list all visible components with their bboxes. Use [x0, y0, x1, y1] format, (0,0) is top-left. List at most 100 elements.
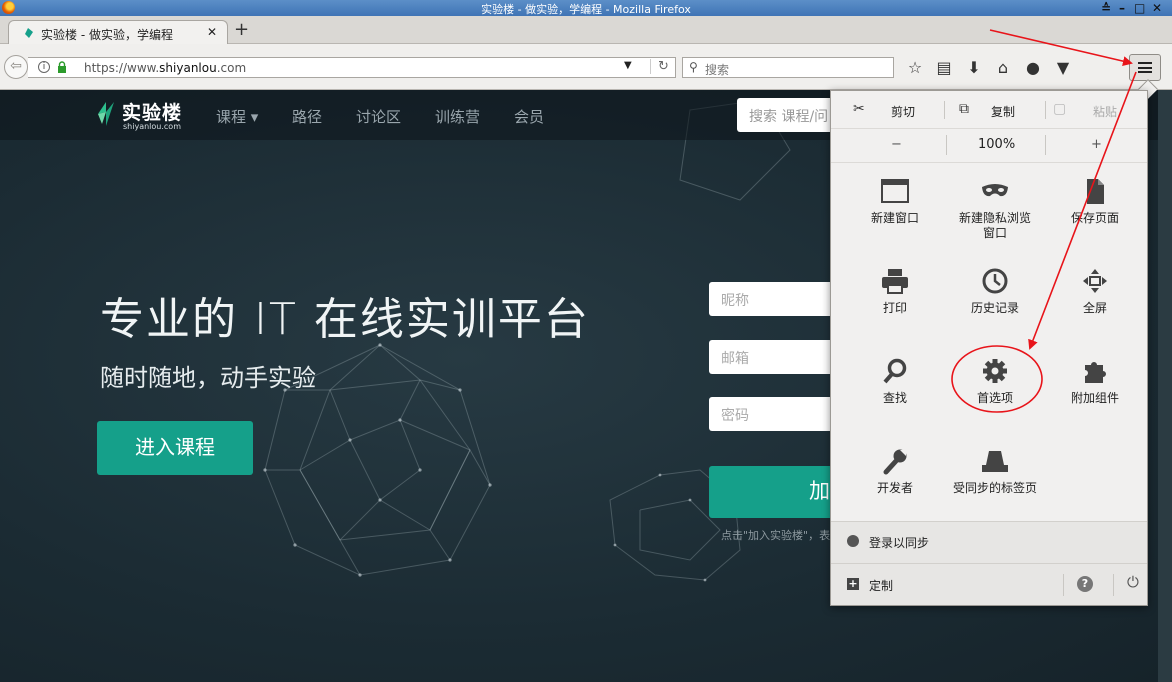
email-placeholder: 邮箱: [721, 351, 749, 367]
customize-plus-icon[interactable]: +: [847, 578, 859, 590]
join-button[interactable]: 加: [709, 466, 849, 518]
addons-label: 附加组件: [1070, 391, 1119, 405]
zoom-controls: − 100% +: [831, 129, 1147, 163]
hamburger-menu-icon: [1138, 62, 1152, 73]
new-private-window-button[interactable]: 新建隐私浏览窗口: [945, 177, 1045, 267]
sign-in-to-sync-button[interactable]: 登录以同步: [831, 521, 1147, 563]
site-nav-bootcamp[interactable]: 训练营: [435, 106, 480, 127]
url-domain: shiyanlou: [159, 61, 217, 75]
url-text[interactable]: https://www.shiyanlou.com: [84, 61, 246, 75]
pocket-icon[interactable]: ▼: [1053, 58, 1073, 78]
cut-scissors-icon: ✂: [853, 101, 865, 117]
developer-wrench-icon: [883, 449, 907, 475]
downloads-arrow-icon[interactable]: ⬇: [964, 58, 984, 78]
save-page-icon: [1087, 179, 1104, 204]
save-page-button[interactable]: 保存页面: [1045, 177, 1145, 267]
print-button[interactable]: 打印: [845, 267, 945, 357]
url-suffix: .com: [216, 61, 247, 75]
restore-window-icon[interactable]: ≙: [1101, 0, 1111, 16]
quit-power-icon[interactable]: ⏻: [1127, 573, 1139, 591]
new-window-label: 新建窗口: [870, 211, 919, 225]
private-mask-icon: [982, 184, 1008, 197]
window-title: 实验楼 - 做实验，学编程 - Mozilla Firefox: [481, 3, 691, 16]
window-titlebar: 实验楼 - 做实验，学编程 - Mozilla Firefox ≙ – □ ✕: [0, 0, 1172, 16]
divider: [1045, 135, 1046, 155]
divider: [1113, 574, 1114, 596]
preferences-label: 首选项: [976, 391, 1013, 405]
secure-lock-icon: [58, 61, 66, 73]
new-window-icon: [881, 179, 909, 203]
new-private-window-label: 新建隐私浏览窗口: [958, 211, 1031, 240]
site-favicon-icon: [25, 28, 33, 38]
save-page-label: 保存页面: [1070, 211, 1119, 225]
site-nav-paths[interactable]: 路径: [292, 106, 322, 127]
password-input[interactable]: 密码: [709, 397, 849, 431]
synced-tabs-label: 受同步的标签页: [952, 481, 1037, 495]
copy-button[interactable]: 复制: [991, 103, 1015, 120]
help-icon[interactable]: ?: [1077, 576, 1093, 592]
new-tab-button[interactable]: +: [234, 19, 249, 40]
edit-controls: ✂ 剪切 ⧉ 复制 ▢ 粘贴: [831, 91, 1147, 129]
fullscreen-icon: [1083, 269, 1107, 293]
enter-courses-button[interactable]: 进入课程: [97, 421, 253, 475]
shiyanlou-logo-icon[interactable]: [92, 98, 120, 128]
page-scrollbar[interactable]: [1158, 90, 1172, 682]
divider: [1045, 101, 1046, 119]
find-button[interactable]: 查找: [845, 357, 945, 447]
divider: [946, 135, 947, 155]
navigation-toolbar: ⇦ i https://www.shiyanlou.com ▼ ↻ ⚲ 搜索 ☆…: [0, 44, 1172, 90]
site-nav-forum[interactable]: 讨论区: [356, 106, 401, 127]
back-button[interactable]: ⇦: [4, 55, 28, 79]
fullscreen-button[interactable]: 全屏: [1045, 267, 1145, 357]
reader-list-icon[interactable]: ▤: [934, 58, 954, 78]
fullscreen-label: 全屏: [1082, 301, 1107, 315]
chat-bubble-icon[interactable]: ●: [1023, 58, 1043, 78]
developer-label: 开发者: [876, 481, 913, 495]
email-input[interactable]: 邮箱: [709, 340, 849, 374]
site-nav-courses[interactable]: 课程 ▾: [216, 106, 258, 127]
open-menu-button[interactable]: [1129, 54, 1161, 81]
preferences-button[interactable]: 首选项: [945, 357, 1045, 447]
url-bar[interactable]: i https://www.shiyanlou.com ▼ ↻: [28, 57, 676, 78]
sign-in-to-sync-label: 登录以同步: [869, 536, 930, 550]
site-logo-domain: shiyanlou.com: [123, 122, 181, 131]
sync-icon: [847, 535, 859, 547]
search-icon: ⚲: [689, 60, 698, 74]
url-prefix: https://www.: [84, 61, 160, 75]
customize-button[interactable]: 定制: [869, 577, 893, 594]
hero-title: 专业的 IT 在线实训平台: [100, 294, 590, 345]
maximize-window-icon[interactable]: □: [1134, 0, 1145, 16]
zoom-out-button[interactable]: −: [891, 137, 902, 152]
home-icon[interactable]: ⌂: [993, 58, 1013, 78]
url-history-dropdown-icon[interactable]: ▼: [624, 60, 632, 71]
nickname-placeholder: 昵称: [721, 293, 749, 309]
tab-close-icon[interactable]: ✕: [207, 25, 217, 39]
paste-button[interactable]: 粘贴: [1093, 103, 1117, 120]
new-window-button[interactable]: 新建窗口: [845, 177, 945, 267]
minimize-window-icon[interactable]: –: [1119, 0, 1125, 16]
close-window-icon[interactable]: ✕: [1152, 0, 1162, 16]
addons-button[interactable]: 附加组件: [1045, 357, 1145, 447]
addons-puzzle-icon: [1085, 362, 1106, 383]
find-label: 查找: [882, 391, 907, 405]
password-placeholder: 密码: [721, 408, 749, 424]
zoom-in-button[interactable]: +: [1091, 137, 1102, 152]
divider: [944, 101, 945, 119]
history-button[interactable]: 历史记录: [945, 267, 1045, 357]
synced-tabs-icon: [982, 451, 1008, 472]
browser-tab-active[interactable]: 实验楼 - 做实验，学编程 ✕: [8, 20, 228, 45]
terms-note: 点击"加入实验楼"，表: [721, 529, 831, 542]
zoom-reset-button[interactable]: 100%: [978, 137, 1015, 152]
reload-icon[interactable]: ↻: [650, 59, 669, 74]
site-nav-membership[interactable]: 会员: [514, 106, 544, 127]
bookmark-star-icon[interactable]: ☆: [905, 58, 925, 78]
site-search-placeholder: 搜索 课程/问: [749, 109, 829, 125]
site-info-icon[interactable]: i: [38, 61, 50, 73]
paste-clipboard-icon: ▢: [1053, 101, 1067, 117]
search-bar[interactable]: ⚲ 搜索: [682, 57, 894, 78]
history-clock-icon: [982, 268, 1008, 294]
site-logo-text[interactable]: 实验楼: [122, 98, 182, 125]
nickname-input[interactable]: 昵称: [709, 282, 849, 316]
cut-button[interactable]: 剪切: [891, 103, 915, 120]
preferences-gear-icon: [983, 359, 1007, 383]
